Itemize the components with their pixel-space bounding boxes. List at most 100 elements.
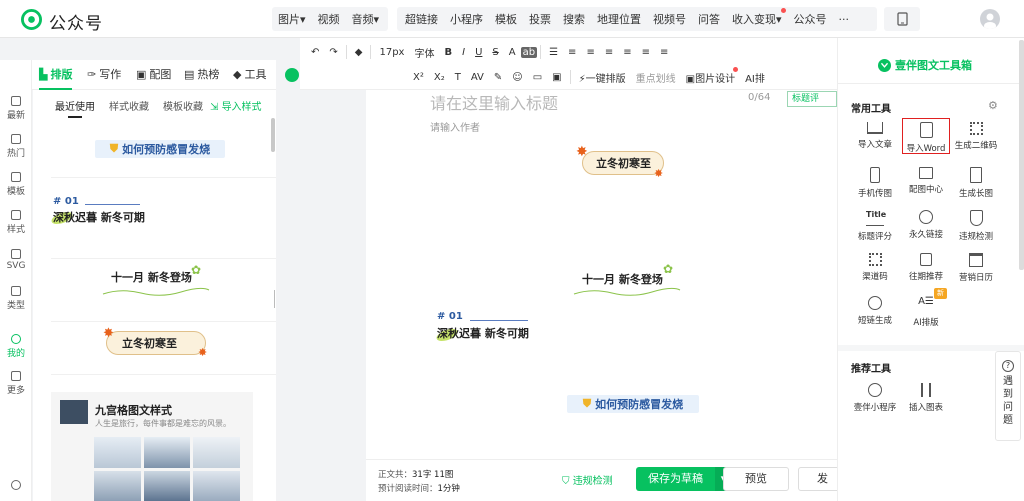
template-card-winter[interactable]: 立冬初寒至 ✸ ✸ — [51, 323, 276, 375]
save-draft-button[interactable]: 保存为草稿 — [636, 467, 715, 491]
mobile-preview-button[interactable] — [884, 7, 920, 31]
html-icon[interactable]: ▭ — [528, 72, 547, 83]
title-eval-button[interactable]: 标题评 — [787, 91, 837, 107]
title-input[interactable]: 请在这里输入标题 — [430, 90, 558, 114]
menu-audio[interactable]: 音频▾ — [346, 11, 386, 27]
menu-vote[interactable]: 投票 — [523, 11, 557, 27]
list-icon[interactable]: ≡ — [637, 47, 655, 58]
rail-more[interactable]: 更多 — [0, 371, 32, 396]
align-right-icon[interactable]: ≡ — [581, 47, 599, 58]
author-input[interactable]: 请输入作者 — [430, 119, 480, 134]
menu-hyperlink[interactable]: 超链接 — [399, 11, 444, 27]
tool-channel-code[interactable]: 渠道码 — [849, 253, 901, 282]
tool-insert-chart[interactable]: 插入图表 — [900, 383, 952, 413]
tool-short-link[interactable]: 短链生成 — [849, 296, 901, 326]
rail-mine[interactable]: 我的 — [0, 334, 32, 359]
menu-more[interactable]: ··· — [833, 13, 856, 26]
menu-account[interactable]: 公众号 — [788, 11, 833, 27]
tool-phone-upload[interactable]: 手机传图 — [849, 167, 901, 199]
menu-miniprogram[interactable]: 小程序 — [444, 11, 489, 27]
menu-location[interactable]: 地理位置 — [591, 11, 647, 27]
underline-button[interactable]: U — [470, 47, 487, 58]
strikethrough-button[interactable]: S — [487, 47, 503, 58]
superscript-button[interactable]: X² — [408, 72, 429, 83]
italic-button[interactable]: I — [457, 47, 470, 58]
tool-import-article[interactable]: 导入文章 — [849, 122, 901, 150]
undo-icon[interactable]: ↶ — [306, 47, 324, 58]
compliance-check-button[interactable]: ⛉ 违规检测 — [562, 472, 613, 487]
tab-trending[interactable]: ▤ 热榜 — [184, 60, 219, 90]
menu-channels[interactable]: 视频号 — [647, 11, 692, 27]
gear-icon[interactable]: ⚙ — [988, 99, 998, 112]
menu-image[interactable]: 图片▾ — [272, 11, 312, 27]
ai-layout-button[interactable]: AI排 — [740, 70, 770, 85]
menu-search[interactable]: 搜索 — [557, 11, 591, 27]
tool-marketing-calendar[interactable]: 营销日历 — [950, 253, 1002, 283]
subscript-button[interactable]: X₂ — [429, 72, 450, 83]
tab-tools[interactable]: ◆ 工具 — [233, 60, 266, 90]
tool-title-score[interactable]: Title 标题评分 — [849, 210, 901, 242]
letter-spacing-button[interactable]: AV — [466, 72, 489, 83]
emoji-icon[interactable]: ☺ — [507, 72, 527, 83]
menu-video[interactable]: 视频 — [312, 11, 346, 27]
image-design-button[interactable]: ▣图片设计 — [681, 66, 740, 85]
publish-button[interactable]: 发 — [798, 467, 838, 491]
one-click-layout-button[interactable]: ⚡一键排版 — [574, 70, 631, 85]
highlight-line-button[interactable]: 重点划线 — [631, 70, 681, 85]
menu-monetize[interactable]: 收入变现▾ — [726, 8, 788, 27]
new-dot-icon — [733, 66, 739, 72]
tool-long-image[interactable]: 生成长图 — [950, 167, 1002, 199]
font-size-select[interactable]: 17px — [374, 47, 409, 58]
tool-violation-check[interactable]: 违规检测 — [950, 210, 1002, 242]
shield-icon: ⛊ — [109, 142, 119, 155]
tool-ai-layout[interactable]: A☰ AI排版 — [900, 296, 952, 328]
page-scrollbar[interactable] — [1019, 40, 1024, 270]
rail-support[interactable] — [0, 480, 32, 492]
rail-hot[interactable]: 热门 — [0, 134, 32, 159]
preview-button[interactable]: 预览 — [723, 467, 789, 491]
tab-layout[interactable]: ▙ 排版 — [39, 60, 73, 90]
tool-image-center[interactable]: 配图中心 — [900, 167, 952, 195]
subtab-template-fav[interactable]: 模板收藏 — [163, 98, 203, 113]
redo-icon[interactable]: ↷ — [324, 47, 342, 58]
rail-templates[interactable]: 模板 — [0, 172, 32, 197]
format-painter-icon[interactable]: ◆ — [350, 47, 368, 58]
shield-check-icon — [969, 210, 983, 226]
rail-styles[interactable]: 样式 — [0, 210, 32, 235]
indent-icon[interactable]: ≡ — [600, 47, 618, 58]
subtab-recent[interactable]: 最近使用 — [55, 98, 95, 118]
align-left-icon[interactable]: ☰ — [544, 47, 563, 58]
bold-button[interactable]: B — [439, 47, 457, 58]
font-color-button[interactable]: A — [504, 47, 521, 58]
tool-permalink[interactable]: 永久链接 — [900, 210, 952, 240]
subtab-style-fav[interactable]: 样式收藏 — [109, 98, 149, 113]
menu-template[interactable]: 模板 — [489, 11, 523, 27]
tab-images[interactable]: ▣ 配图 — [136, 60, 171, 90]
tool-yiban-miniprogram[interactable]: 壹伴小程序 — [849, 383, 901, 413]
toolbox-title: 壹伴图文工具箱 — [878, 57, 972, 73]
font-family-select[interactable]: 字体 — [409, 45, 439, 60]
align-center-icon[interactable]: ≡ — [563, 47, 581, 58]
panel-toggle[interactable] — [285, 68, 299, 82]
help-button[interactable]: ? 遇到问题 — [995, 351, 1021, 441]
background-color-button[interactable]: ab — [520, 46, 538, 58]
template-card-november[interactable]: 十一月 新冬登场 ✿ — [51, 260, 276, 322]
template-card-flu[interactable]: ⛊ 如何预防感冒发烧 — [51, 120, 276, 178]
line-height-icon[interactable]: ≡ — [618, 47, 636, 58]
edit-icon[interactable]: ✎ — [489, 72, 507, 83]
image-insert-icon[interactable]: ▣ — [547, 72, 566, 83]
template-card-grid[interactable]: 九宫格图文样式 人生是旅行，每件事都是难忘的风景。 — [51, 392, 253, 501]
tool-past-recommend[interactable]: 往期推荐 — [900, 253, 952, 282]
panel-scrollbar[interactable] — [271, 118, 275, 152]
rail-svg[interactable]: SVG — [0, 249, 32, 271]
rail-latest[interactable]: 最新 — [0, 96, 32, 121]
avatar[interactable] — [980, 9, 1000, 29]
rail-types[interactable]: 类型 — [0, 286, 32, 311]
tab-write[interactable]: ✑ 写作 — [87, 60, 121, 90]
template-card-autumn[interactable]: # 01 深秋迟暮 新冬可期 — [49, 179, 276, 259]
spacing-icon[interactable]: ≡ — [655, 47, 673, 58]
subtab-import-style[interactable]: ⇲ 导入样式 — [210, 98, 262, 113]
tool-qr-code[interactable]: 生成二维码 — [950, 122, 1002, 151]
menu-qa[interactable]: 问答 — [692, 11, 726, 27]
text-style-button[interactable]: T — [450, 72, 466, 83]
